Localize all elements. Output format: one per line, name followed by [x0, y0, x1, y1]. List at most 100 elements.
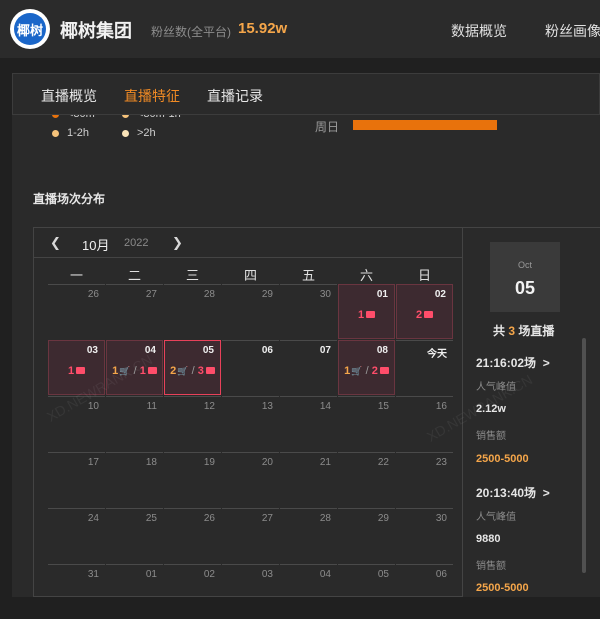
day-number: 01 — [376, 289, 388, 300]
cart-icon: 🛒 — [119, 366, 131, 376]
calendar-day[interactable]: 05 — [338, 564, 395, 619]
calendar-day[interactable]: 04 — [280, 564, 337, 619]
video-icon — [147, 366, 157, 374]
calendar-day[interactable]: 06 — [396, 564, 453, 619]
calendar-day[interactable]: 28 — [280, 508, 337, 563]
day-number: 06 — [261, 345, 273, 356]
calendar-day[interactable]: 24 — [48, 508, 105, 563]
calendar-day[interactable]: 04 1🛒 / 1 — [106, 340, 163, 395]
day-number: 今天 — [427, 349, 447, 360]
day-number: 11 — [146, 401, 157, 412]
peak-label: 人气峰值 — [476, 512, 516, 523]
sales-value: 2500-5000 — [476, 582, 529, 594]
calendar-day[interactable]: 01 — [106, 564, 163, 619]
tab-bar: 直播概览 直播特征 直播记录 — [12, 73, 600, 115]
calendar-day[interactable]: 05 2🛒 / 3 — [164, 340, 221, 395]
calendar-day[interactable]: 06 — [222, 340, 279, 395]
nav-data-overview[interactable]: 数据概览 — [451, 21, 507, 41]
day-number: 03 — [261, 569, 273, 580]
day-number: 02 — [434, 289, 446, 300]
calendar-day[interactable]: 27 — [106, 284, 163, 339]
calendar-day[interactable]: 02 — [164, 564, 221, 619]
calendar-day[interactable]: 30 — [280, 284, 337, 339]
calendar-day[interactable]: 14 — [280, 396, 337, 451]
day-number: 19 — [203, 457, 215, 468]
weekday-header: 六 — [359, 268, 373, 283]
weekday-header: 二 — [127, 268, 141, 283]
calendar-day[interactable]: 25 — [106, 508, 163, 563]
peak-label: 人气峰值 — [476, 382, 516, 393]
calendar-day[interactable]: 17 — [48, 452, 105, 507]
brand-logo[interactable]: 椰树 — [10, 9, 50, 49]
calendar-day[interactable]: 26 — [164, 508, 221, 563]
day-number: 06 — [435, 569, 447, 580]
calendar-day[interactable]: 23 — [396, 452, 453, 507]
day-number: 23 — [435, 457, 447, 468]
calendar-day[interactable]: 01 1 — [338, 284, 395, 339]
day-number: 15 — [377, 401, 389, 412]
calendar-day[interactable]: 16 — [396, 396, 453, 451]
day-number: 30 — [435, 513, 447, 524]
chevron-right-icon[interactable]: ❯ — [172, 235, 183, 251]
day-number: 26 — [203, 513, 215, 524]
peak-value: 9880 — [476, 533, 501, 545]
weekday-label: 周日 — [315, 120, 340, 134]
tab-live-overview[interactable]: 直播概览 — [41, 86, 97, 106]
top-bar: 椰树 椰树集团 粉丝数(全平台) 15.92w 数据概览 粉丝画像 — [0, 0, 600, 58]
nav-fans-profile[interactable]: 粉丝画像 — [545, 21, 600, 41]
day-number: 04 — [144, 345, 156, 356]
weekday-header: 日 — [417, 268, 431, 283]
calendar-day[interactable]: 03 1 — [48, 340, 105, 395]
selected-day: 05 — [514, 278, 536, 298]
section-title: 直播场次分布 — [33, 192, 106, 206]
scrollbar[interactable] — [582, 338, 586, 573]
session-link[interactable]: 21:16:02场 > — [476, 354, 550, 371]
calendar-day[interactable]: 29 — [222, 284, 279, 339]
video-icon — [76, 366, 86, 374]
tab-live-records[interactable]: 直播记录 — [207, 86, 263, 106]
calendar-day[interactable]: 28 — [164, 284, 221, 339]
day-number: 12 — [203, 401, 215, 412]
calendar-day[interactable]: 03 — [222, 564, 279, 619]
video-icon — [366, 310, 376, 318]
tab-live-features[interactable]: 直播特征 — [124, 86, 180, 106]
day-number: 02 — [203, 569, 215, 580]
calendar-day[interactable]: 07 — [280, 340, 337, 395]
video-icon — [379, 366, 389, 374]
day-number: 14 — [319, 401, 331, 412]
day-number: 27 — [145, 289, 157, 300]
calendar-day[interactable]: 18 — [106, 452, 163, 507]
calendar-day[interactable]: 11 — [106, 396, 163, 451]
calendar-day[interactable]: 27 — [222, 508, 279, 563]
calendar-day[interactable]: 31 — [48, 564, 105, 619]
live-count-badge: 1 — [339, 309, 394, 321]
calendar-day[interactable]: 13 — [222, 396, 279, 451]
calendar-day[interactable]: 15 — [338, 396, 395, 451]
calendar-day[interactable]: 08 1🛒 / 2 — [338, 340, 395, 395]
calendar-day[interactable]: 19 — [164, 452, 221, 507]
fans-label: 粉丝数(全平台) — [151, 25, 231, 39]
calendar-day[interactable]: 20 — [222, 452, 279, 507]
calendar-month: 10月 — [82, 238, 110, 253]
session-link[interactable]: 20:13:40场 > — [476, 484, 550, 501]
calendar-day[interactable]: 21 — [280, 452, 337, 507]
sales-label: 销售额 — [476, 561, 506, 572]
chevron-left-icon[interactable]: ❮ — [50, 235, 61, 251]
video-icon — [424, 310, 434, 318]
calendar-day[interactable]: 30 — [396, 508, 453, 563]
calendar-day[interactable]: 今天 — [396, 340, 453, 395]
calendar-day[interactable]: 26 — [48, 284, 105, 339]
calendar-day[interactable]: 02 2 — [396, 284, 453, 339]
day-number: 05 — [377, 569, 389, 580]
calendar-day[interactable]: 10 — [48, 396, 105, 451]
live-count-badge: 2🛒 / 3 — [165, 365, 220, 377]
day-number: 01 — [145, 569, 157, 580]
calendar-day[interactable]: 22 — [338, 452, 395, 507]
day-number: 10 — [87, 401, 99, 412]
weekday-bar — [353, 120, 497, 130]
calendar-day[interactable]: 29 — [338, 508, 395, 563]
day-number: 18 — [145, 457, 157, 468]
sales-value: 2500-5000 — [476, 453, 529, 465]
live-calendar: ❮ 10月 2022 ❯ 一二三四五六日 26 27 28 29 30 01 1 02 2 03 1 0… — [33, 227, 463, 597]
calendar-day[interactable]: 12 — [164, 396, 221, 451]
